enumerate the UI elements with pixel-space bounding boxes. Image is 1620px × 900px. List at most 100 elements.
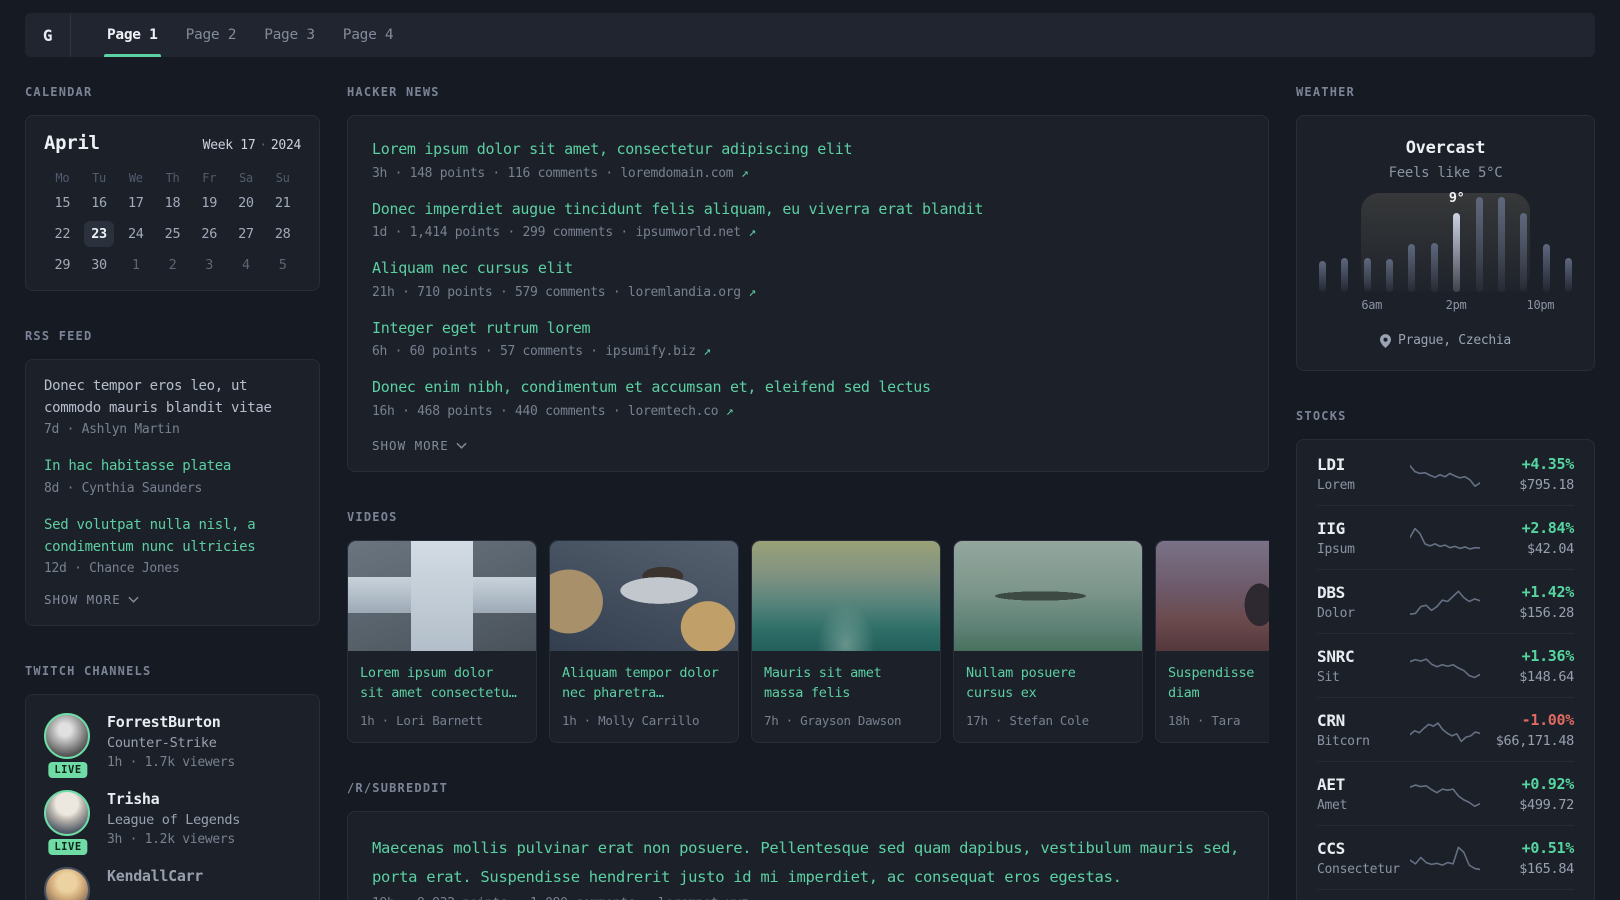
subreddit-post-title[interactable]: Maecenas mollis pulvinar erat non posuer… <box>372 834 1244 893</box>
stock-row[interactable]: SNRC Sit +1.36% $148.64 <box>1317 634 1574 698</box>
stock-company: Lorem <box>1317 477 1355 493</box>
page-tab[interactable]: Page 1 <box>93 13 172 57</box>
twitch-channel-row[interactable]: LIVE ForrestBurton Counter-Strike 1h · 1… <box>44 713 301 779</box>
twitch-channel-name[interactable]: Trisha <box>107 790 240 808</box>
stock-row[interactable]: AHS +0.46% <box>1317 890 1574 900</box>
stock-symbol: IIG <box>1317 518 1345 538</box>
stock-sparkline <box>1410 779 1480 809</box>
hackernews-item-meta: 21h · 710 points · 579 comments · loreml… <box>372 285 1244 300</box>
video-thumbnail[interactable] <box>348 540 536 651</box>
page-tab[interactable]: Page 3 <box>250 13 329 57</box>
twitch-card: LIVE ForrestBurton Counter-Strike 1h · 1… <box>25 694 320 900</box>
twitch-avatar-wrap: LIVE <box>44 867 92 900</box>
video-card[interactable]: Lorem ipsum dolor sit amet consectetu… 1… <box>347 539 537 743</box>
weather-bar-slot <box>1520 197 1528 292</box>
page-tab-label: Page 4 <box>342 27 394 43</box>
rss-show-more-button[interactable]: SHOW MORE <box>44 592 301 607</box>
twitch-channel-row[interactable]: LIVE Trisha League of Legends 3h · 1.2k … <box>44 790 301 856</box>
weather-bar-slot <box>1341 197 1349 292</box>
rss-item-title[interactable]: Sed volutpat nulla nisl, a condimentum n… <box>44 515 301 558</box>
stock-price: $795.18 <box>1519 476 1574 493</box>
widget-label-videos: VIDEOS <box>347 509 398 524</box>
video-title[interactable]: Lorem ipsum dolor sit amet consectetu… <box>360 663 524 704</box>
page-tab-label: Page 1 <box>107 27 158 43</box>
calendar-card: April Week 17 · 2024 Mo Tu We Th Fr Sa Su … <box>25 115 320 291</box>
stock-values: +4.35% $795.18 <box>1482 454 1575 493</box>
calendar-day: 16 <box>91 195 107 211</box>
hackernews-item-title[interactable]: Integer eget rutrum lorem <box>372 319 1244 339</box>
stock-sparkline <box>1410 523 1480 553</box>
video-thumbnail[interactable] <box>752 540 940 651</box>
video-card[interactable]: Nullam posuere cursus ex 17h · Stefan Co… <box>953 539 1143 743</box>
video-title[interactable]: Aliquam tempor dolor nec pharetra… <box>562 663 726 704</box>
stock-row[interactable]: CRN Bitcorn -1.00% $66,171.48 <box>1317 698 1574 762</box>
rss-item-title[interactable]: In hac habitasse platea <box>44 456 301 478</box>
video-card[interactable]: Mauris sit amet massa felis 7h · Grayson… <box>751 539 941 743</box>
stock-change-percent: +0.51% <box>1521 838 1575 857</box>
hackernews-item: Integer eget rutrum lorem 6h · 60 points… <box>372 319 1244 360</box>
twitch-channel-meta: 1h · 1.7k viewers <box>107 755 235 771</box>
hackernews-item-title[interactable]: Donec imperdiet augue tincidunt felis al… <box>372 200 1244 220</box>
location-pin-icon <box>1380 333 1392 348</box>
stock-row[interactable]: AET Amet +0.92% $499.72 <box>1317 762 1574 826</box>
twitch-channel-info: Trisha League of Legends 3h · 1.2k viewe… <box>107 790 240 847</box>
hackernews-item-title[interactable]: Donec enim nibh, condimentum et accumsan… <box>372 378 1244 398</box>
stock-company: Sit <box>1317 669 1340 685</box>
video-thumbnail[interactable] <box>1156 540 1269 651</box>
widget-label-subreddit: /R/SUBREDDIT <box>347 780 449 795</box>
hackernews-item-domain[interactable]: ipsumify.biz <box>605 344 696 359</box>
weather-bar <box>1497 197 1505 292</box>
calendar-day: 15 <box>54 195 71 211</box>
twitch-channel-name[interactable]: KendallCarr <box>107 867 203 885</box>
page-tab[interactable]: Page 2 <box>172 13 251 57</box>
stock-symbol: AET <box>1317 774 1345 794</box>
stock-price: $165.84 <box>1519 860 1574 877</box>
stock-row[interactable]: DBS Dolor +1.42% $156.28 <box>1317 570 1574 634</box>
calendar-day: 27 <box>238 226 254 242</box>
hackernews-item-domain[interactable]: ipsumworld.net <box>635 225 741 240</box>
stock-change-percent: +2.84% <box>1521 518 1575 537</box>
stocks-widget: STOCKS LDI Lorem +4.35% $795.18 IIG Ipsu… <box>1296 409 1595 900</box>
calendar-day: 19 <box>201 195 218 211</box>
weather-bar <box>1341 257 1349 292</box>
hackernews-item-title[interactable]: Aliquam nec cursus elit <box>372 259 1244 279</box>
app-logo[interactable]: G <box>25 13 71 57</box>
stock-row[interactable]: IIG Ipsum +2.84% $42.04 <box>1317 506 1574 570</box>
weather-bar <box>1453 213 1461 292</box>
video-title[interactable]: Suspendisse diam <box>1168 663 1269 704</box>
twitch-channel-row[interactable]: LIVE KendallCarr <box>44 867 301 900</box>
hackernews-show-more-button[interactable]: SHOW MORE <box>372 438 1244 453</box>
video-title[interactable]: Mauris sit amet massa felis <box>764 663 928 704</box>
avatar <box>44 867 90 900</box>
rss-item-title[interactable]: Donec tempor eros leo, ut commodo mauris… <box>44 376 301 419</box>
show-more-label: SHOW MORE <box>372 437 449 453</box>
calendar-week-year: Week 17 · 2024 <box>203 138 302 153</box>
page-tab[interactable]: Page 4 <box>329 13 408 57</box>
video-thumbnail[interactable] <box>954 540 1142 651</box>
stock-sparkline <box>1410 715 1480 745</box>
stock-row[interactable]: LDI Lorem +4.35% $795.18 <box>1317 442 1574 506</box>
video-title[interactable]: Nullam posuere cursus ex <box>966 663 1130 704</box>
stock-change-percent: +4.35% <box>1521 454 1575 473</box>
weather-bar-slot <box>1497 197 1505 292</box>
video-card[interactable]: Aliquam tempor dolor nec pharetra… 1h · … <box>549 539 739 743</box>
calendar-weekday-label: We <box>128 171 143 185</box>
hackernews-item-title[interactable]: Lorem ipsum dolor sit amet, consectetur … <box>372 140 1244 160</box>
calendar-day: 29 <box>54 257 71 273</box>
hackernews-item-domain[interactable]: loremtech.co <box>628 404 719 419</box>
hackernews-item-domain[interactable]: loremlandia.org <box>628 285 741 300</box>
twitch-avatar-wrap: LIVE <box>44 713 92 779</box>
weather-bar <box>1542 243 1550 292</box>
calendar-header: April Week 17 · 2024 <box>44 132 301 154</box>
video-card-body: Aliquam tempor dolor nec pharetra… 1h · … <box>550 651 738 742</box>
stock-row[interactable]: CCS Consectetur +0.51% $165.84 <box>1317 826 1574 890</box>
weather-bar-slot <box>1475 197 1483 292</box>
video-thumbnail[interactable] <box>550 540 738 651</box>
subreddit-post-domain[interactable]: loremnet.xyz <box>658 896 749 900</box>
video-card[interactable]: Suspendisse diam 18h · Tara <box>1155 539 1269 743</box>
hackernews-item-domain[interactable]: loremdomain.com <box>620 166 733 181</box>
widget-label-rss: RSS FEED <box>25 329 93 343</box>
rss-item: In hac habitasse platea 8d · Cynthia Sau… <box>44 456 301 496</box>
weather-bar <box>1520 213 1528 292</box>
twitch-channel-name[interactable]: ForrestBurton <box>107 713 235 731</box>
